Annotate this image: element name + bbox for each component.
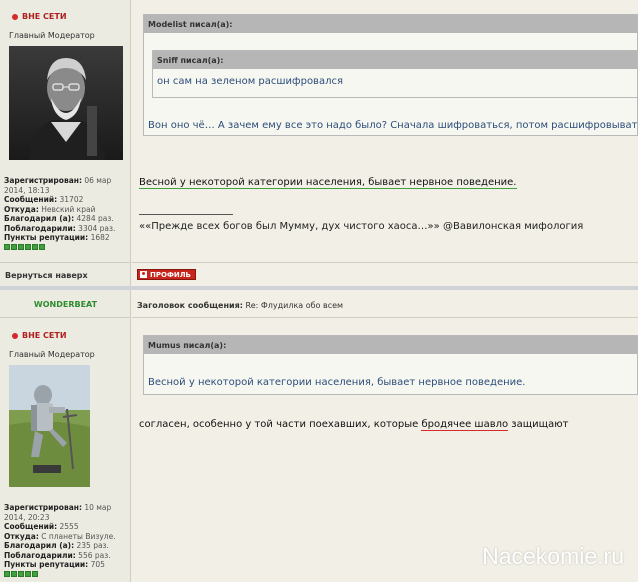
quote-outer-text: Вон оно чё… А зачем ему все это надо был… [148, 120, 638, 131]
quote-outer: Modelist писал(а): Sniff писал(а): он са… [143, 14, 638, 136]
post-1-author-panel: ВНЕ СЕТИ Главный Модератор Зарегистриров… [0, 0, 131, 287]
reputation-bar [4, 570, 128, 577]
divider [132, 262, 638, 263]
user-stats: Зарегистрирован: 10 мар 2014, 20:23 Сооб… [4, 503, 128, 577]
quote-text: Весной у некоторой категории населения, … [148, 377, 526, 388]
reputation-bar [4, 243, 128, 250]
post-1: ВНЕ СЕТИ Главный Модератор Зарегистриров… [0, 0, 638, 287]
reputation-pip-icon [25, 243, 31, 250]
user-rank: Главный Модератор [9, 31, 95, 40]
signature-divider [139, 214, 233, 215]
reputation-pip-icon [32, 570, 38, 577]
quote-inner-text: он сам на зеленом расшифровался [157, 76, 343, 87]
post-body: Весной у некоторой категории населения, … [139, 177, 517, 189]
online-status: ВНЕ СЕТИ [12, 331, 67, 340]
offline-dot-icon [12, 13, 18, 20]
quote-outer-header: Modelist писал(а): [144, 15, 637, 33]
watermark: Nacekomie.ru [482, 543, 624, 569]
reputation-pip-icon [25, 570, 31, 577]
avatar-portrait-icon [9, 46, 123, 160]
post-2-content: Заголовок сообщения: Re: Флудилка обо вс… [132, 290, 638, 582]
post-2-author-panel: WONDERBEAT ВНЕ СЕТИ Главный Модератор За… [0, 290, 131, 582]
spellcheck-underlined-text: бродячее шавло [421, 419, 509, 431]
profile-icon [140, 271, 147, 278]
quote-header: Mumus писал(а): [144, 336, 637, 354]
divider [132, 317, 638, 318]
post-1-content: Modelist писал(а): Sniff писал(а): он са… [132, 0, 638, 287]
quote: Mumus писал(а): Весной у некоторой катег… [143, 335, 638, 395]
reputation-pip-icon [4, 243, 10, 250]
reputation-pip-icon [11, 243, 17, 250]
reputation-pip-icon [4, 570, 10, 577]
avatar-knight-icon [9, 365, 90, 487]
username[interactable]: WONDERBEAT [0, 300, 131, 309]
offline-dot-icon [12, 332, 18, 339]
signature: ««Прежде всех богов был Мумму, дух чисто… [139, 221, 584, 232]
reputation-pip-icon [11, 570, 17, 577]
reputation-pip-icon [18, 243, 24, 250]
divider [0, 262, 131, 263]
post-body: согласен, особенно у той части поехавших… [139, 419, 569, 431]
quote-inner-header: Sniff писал(а): [153, 51, 637, 69]
profile-button[interactable]: ПРОФИЛЬ [137, 269, 196, 280]
quote-inner: Sniff писал(а): он сам на зеленом расшиф… [152, 50, 638, 98]
online-status: ВНЕ СЕТИ [12, 12, 67, 21]
reputation-pip-icon [18, 570, 24, 577]
avatar[interactable] [9, 365, 90, 487]
avatar[interactable] [9, 46, 123, 160]
divider [0, 317, 131, 318]
back-to-top-link[interactable]: Вернуться наверх [5, 271, 88, 280]
user-stats: Зарегистрирован: 06 мар 2014, 18:13 Сооб… [4, 176, 128, 250]
reputation-pip-icon [39, 243, 45, 250]
user-rank: Главный Модератор [9, 350, 95, 359]
post-subject: Заголовок сообщения: Re: Флудилка обо вс… [137, 301, 344, 310]
reputation-pip-icon [32, 243, 38, 250]
post-2: WONDERBEAT ВНЕ СЕТИ Главный Модератор За… [0, 290, 638, 582]
